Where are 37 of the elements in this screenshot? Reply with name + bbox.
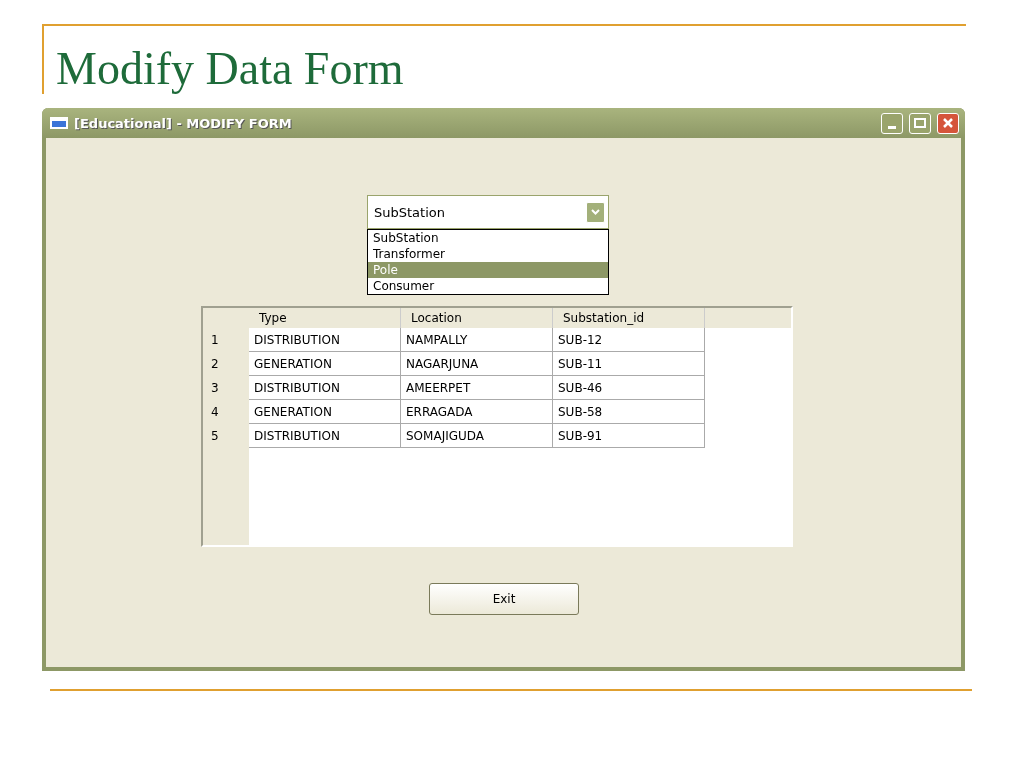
exit-button[interactable]: Exit xyxy=(429,583,579,615)
row-number: 3 xyxy=(210,380,220,397)
table-cell: ERRAGADA xyxy=(401,400,553,424)
maximize-button[interactable] xyxy=(909,112,931,134)
maximize-icon xyxy=(914,118,926,128)
window-icon xyxy=(50,117,68,129)
table-cell: AMEERPET xyxy=(401,376,553,400)
row-number: 2 xyxy=(210,356,220,373)
table-cell: SUB-46 xyxy=(553,376,705,400)
table-cell: GENERATION xyxy=(249,400,401,424)
column-header[interactable]: Type xyxy=(249,308,401,328)
chevron-down-icon xyxy=(591,209,600,215)
table-cell: DISTRIBUTION xyxy=(249,376,401,400)
table-cell: DISTRIBUTION xyxy=(249,328,401,352)
row-number: 4 xyxy=(210,404,220,421)
combo-box[interactable]: SubStation xyxy=(367,195,609,229)
window-title: [Educational] - MODIFY FORM xyxy=(74,115,293,131)
dropdown-button[interactable] xyxy=(586,201,605,223)
table-cell: SUB-12 xyxy=(553,328,705,352)
minimize-button[interactable] xyxy=(881,112,903,134)
combo-value: SubStation xyxy=(374,204,445,220)
close-button[interactable] xyxy=(937,112,959,134)
table-cell: SUB-91 xyxy=(553,424,705,448)
column-header[interactable]: Location xyxy=(401,308,553,328)
table-cell: NAMPALLY xyxy=(401,328,553,352)
table-cell: GENERATION xyxy=(249,352,401,376)
table-cell: SUB-58 xyxy=(553,400,705,424)
table-cell: NAGARJUNA xyxy=(401,352,553,376)
minimize-icon xyxy=(888,125,896,129)
row-number: 5 xyxy=(210,428,220,445)
slide-title: Modify Data Form xyxy=(56,46,404,96)
close-icon xyxy=(942,117,954,129)
table-cell: SOMAJIGUDA xyxy=(401,424,553,448)
table-cell: DISTRIBUTION xyxy=(249,424,401,448)
row-number: 1 xyxy=(210,332,220,349)
table-cell: SUB-11 xyxy=(553,352,705,376)
column-header[interactable]: Substation_id xyxy=(553,308,705,328)
